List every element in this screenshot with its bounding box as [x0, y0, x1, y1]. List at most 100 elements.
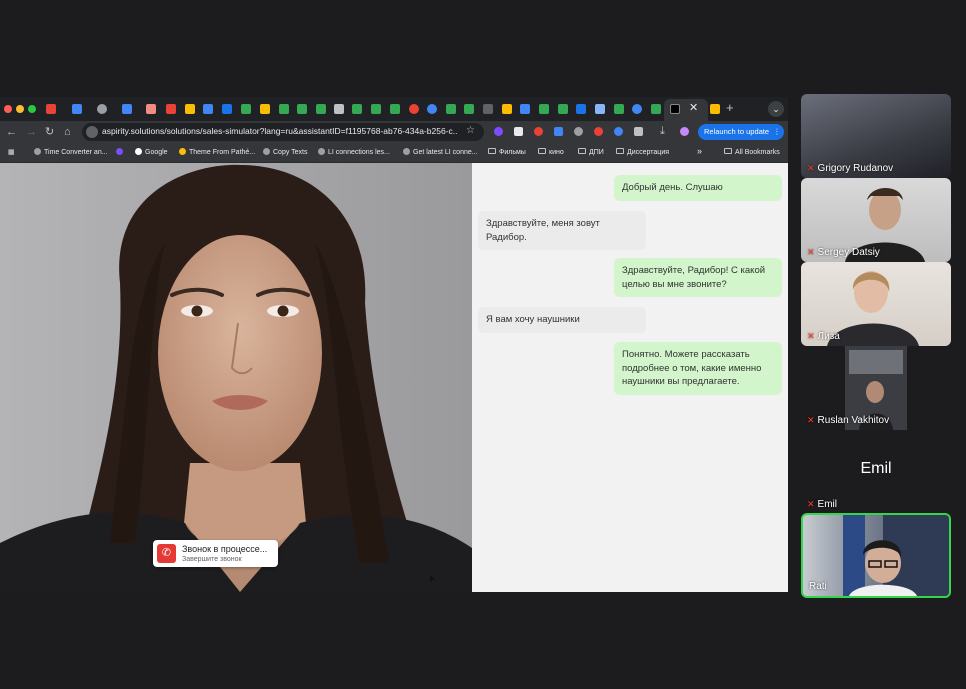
participant-tile-emil[interactable]: Emil ✕ Emil	[801, 430, 951, 514]
sheets-tab-icon[interactable]	[558, 104, 568, 114]
more-bookmarks-chevron-icon[interactable]: »	[697, 146, 702, 156]
tab-icon[interactable]	[334, 104, 344, 114]
tab-icon[interactable]	[241, 104, 251, 114]
mic-off-icon: ✕	[807, 247, 815, 257]
zoom-window-icon[interactable]	[28, 105, 36, 113]
call-status-subtitle: Завершите звонок	[182, 556, 242, 563]
bookmark-item[interactable]: Copy Texts	[263, 148, 308, 156]
tab-icon[interactable]	[122, 104, 132, 114]
bookmark-folder[interactable]: ДПИ	[578, 148, 604, 156]
sheets-tab-icon[interactable]	[614, 104, 624, 114]
url-text[interactable]: aspirity.solutions/solutions/sales-simul…	[102, 126, 457, 136]
tab-icon[interactable]	[520, 104, 530, 114]
participant-name: ✕ Ruslan Vakhitov	[807, 415, 890, 426]
bookmark-label: Theme From Pathé...	[189, 149, 256, 156]
bookmark-item[interactable]	[116, 148, 126, 156]
tab-search-chevron-icon[interactable]: ⌄	[768, 101, 784, 117]
chat-message-user: Понятно. Можете рассказать подробнее о т…	[614, 342, 782, 395]
globe-icon	[403, 148, 410, 155]
apps-grid-icon[interactable]: ▦	[8, 148, 15, 156]
extension-icon[interactable]	[514, 127, 523, 136]
globe-icon	[263, 148, 270, 155]
download-icon[interactable]: ⤓	[660, 124, 665, 138]
close-window-icon[interactable]	[4, 105, 12, 113]
sheets-tab-icon[interactable]	[352, 104, 362, 114]
extension-icon[interactable]	[574, 127, 583, 136]
tab-icon[interactable]	[595, 104, 605, 114]
sheets-tab-icon[interactable]	[390, 104, 400, 114]
folder-icon	[616, 148, 624, 154]
tab-icon[interactable]	[427, 104, 437, 114]
address-bar[interactable]: aspirity.solutions/solutions/sales-simul…	[82, 123, 484, 141]
mic-off-icon: ✕	[807, 331, 815, 341]
bookmark-item[interactable]: LI connections les...	[318, 148, 390, 156]
new-tab-icon[interactable]: +	[726, 100, 734, 115]
mouse-cursor-icon	[430, 575, 435, 582]
extension-icon[interactable]	[554, 127, 563, 136]
tab-icon[interactable]	[97, 104, 107, 114]
drive-tab-icon[interactable]	[260, 104, 270, 114]
participant-tile-liza[interactable]: ✕ Лиза	[801, 262, 951, 346]
chat-message-user: Добрый день. Слушаю	[614, 175, 782, 201]
tab-icon[interactable]	[576, 104, 586, 114]
tab-icon[interactable]	[72, 104, 82, 114]
extensions-puzzle-icon[interactable]	[634, 127, 643, 136]
tab-icon[interactable]	[502, 104, 512, 114]
bookmark-item[interactable]: Theme From Pathé...	[179, 148, 255, 156]
bookmarks-bar: ▦ Time Converter an... Google Theme From…	[0, 143, 788, 163]
tab-icon[interactable]	[146, 104, 156, 114]
call-in-progress-badge[interactable]: ✆ Звонок в процессе... Завершите звонок	[153, 540, 278, 567]
participant-name: ✕ Grigory Rudanov	[807, 163, 894, 174]
bookmark-label: Get latest LI conne...	[413, 149, 478, 156]
tab-icon[interactable]	[710, 104, 720, 114]
bookmark-star-icon[interactable]: ☆	[466, 125, 475, 136]
globe-icon	[318, 148, 325, 155]
participant-tile-grigory[interactable]: ✕ Grigory Rudanov	[801, 94, 951, 178]
reload-icon[interactable]: ↻	[45, 125, 54, 139]
sheets-tab-icon[interactable]	[446, 104, 456, 114]
close-tab-icon[interactable]: ✕	[689, 101, 698, 114]
bookmark-folder[interactable]: Фильмы	[488, 148, 526, 156]
extension-icon[interactable]	[494, 127, 503, 136]
site-info-icon[interactable]	[86, 126, 98, 138]
sheets-tab-icon[interactable]	[539, 104, 549, 114]
bookmark-label: Диссертация	[627, 149, 670, 156]
gmail-tab-icon[interactable]	[166, 104, 176, 114]
sheets-tab-icon[interactable]	[371, 104, 381, 114]
extension-icon[interactable]	[614, 127, 623, 136]
minimize-window-icon[interactable]	[16, 105, 24, 113]
bookmark-folder[interactable]: кино	[538, 148, 564, 156]
tab-icon[interactable]	[203, 104, 213, 114]
forward-arrow-icon[interactable]: →	[26, 125, 37, 139]
bookmark-item[interactable]: Google	[135, 148, 168, 156]
tab-icon[interactable]	[632, 104, 642, 114]
profile-avatar-icon[interactable]	[680, 127, 689, 136]
participant-tile-sergey[interactable]: ✕ Sergey Datsiy	[801, 178, 951, 262]
all-bookmarks-folder[interactable]: All Bookmarks	[724, 148, 780, 156]
extension-icon[interactable]	[594, 127, 603, 136]
sheets-tab-icon[interactable]	[316, 104, 326, 114]
phone-off-icon[interactable]: ✆	[157, 544, 176, 563]
participant-tile-rati-active-speaker[interactable]: Rati	[801, 513, 951, 598]
participant-name: ✕ Лиза	[807, 331, 840, 342]
tab-icon[interactable]	[185, 104, 195, 114]
tab-icon[interactable]	[409, 104, 419, 114]
gmail-tab-icon[interactable]	[46, 104, 56, 114]
home-icon[interactable]: ⌂	[64, 125, 71, 139]
participant-tile-ruslan[interactable]: ✕ Ruslan Vakhitov	[801, 346, 951, 430]
tab-icon[interactable]	[483, 104, 493, 114]
bookmark-label: кино	[549, 149, 564, 156]
bookmark-folder[interactable]: Диссертация	[616, 148, 669, 156]
relaunch-to-update-button[interactable]: Relaunch to update ⋮	[698, 124, 784, 140]
sheets-tab-icon[interactable]	[464, 104, 474, 114]
bookmark-item[interactable]: Get latest LI conne...	[403, 148, 478, 156]
tab-icon[interactable]	[222, 104, 232, 114]
extension-icon[interactable]	[534, 127, 543, 136]
back-arrow-icon[interactable]: ←	[6, 125, 17, 139]
bookmark-item[interactable]: Time Converter an...	[34, 148, 108, 156]
sheets-tab-icon[interactable]	[651, 104, 661, 114]
sheets-tab-icon[interactable]	[279, 104, 289, 114]
call-status-title: Звонок в процессе...	[182, 544, 268, 554]
tab-strip: ✕ + ⌄	[0, 97, 788, 121]
sheets-tab-icon[interactable]	[297, 104, 307, 114]
